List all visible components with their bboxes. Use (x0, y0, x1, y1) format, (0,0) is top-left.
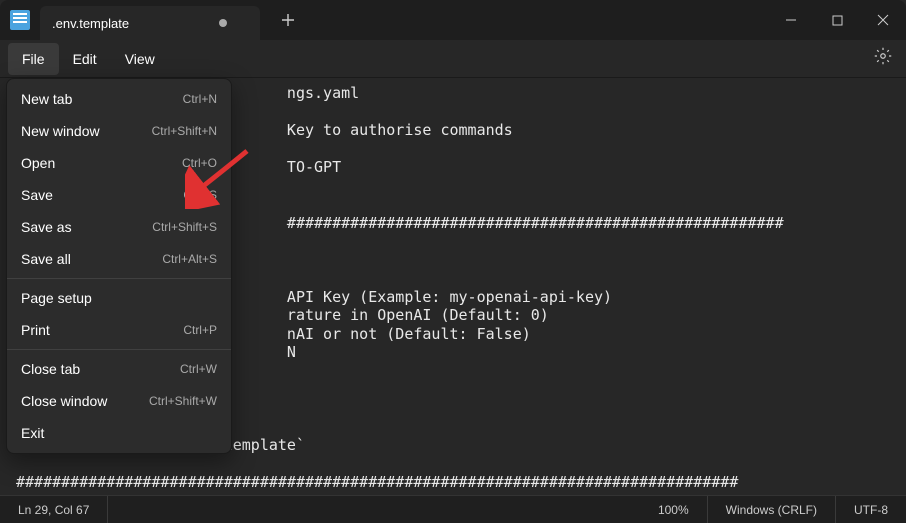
separator (7, 278, 231, 279)
menu-close-window[interactable]: Close window Ctrl+Shift+W (7, 385, 231, 417)
menu-save-as[interactable]: Save as Ctrl+Shift+S (7, 211, 231, 243)
menu-label: Open (21, 155, 55, 171)
status-position: Ln 29, Col 67 (0, 496, 108, 523)
menu-open[interactable]: Open Ctrl+O (7, 147, 231, 179)
menu-view[interactable]: View (111, 43, 169, 75)
menu-label: New tab (21, 91, 72, 107)
status-bar: Ln 29, Col 67 100% Windows (CRLF) UTF-8 (0, 495, 906, 523)
tab-active[interactable]: .env.template (40, 6, 260, 40)
menu-new-tab[interactable]: New tab Ctrl+N (7, 83, 231, 115)
maximize-button[interactable] (814, 0, 860, 40)
titlebar-left: .env.template (0, 0, 304, 40)
tab-label: .env.template (52, 16, 129, 31)
settings-button[interactable] (868, 41, 898, 76)
menu-print[interactable]: Print Ctrl+P (7, 314, 231, 346)
file-dropdown-menu: New tab Ctrl+N New window Ctrl+Shift+N O… (6, 78, 232, 454)
menu-exit[interactable]: Exit (7, 417, 231, 449)
menu-close-tab[interactable]: Close tab Ctrl+W (7, 353, 231, 385)
shortcut: Ctrl+P (183, 323, 217, 337)
status-line-ending: Windows (CRLF) (708, 496, 836, 523)
menu-label: Exit (21, 425, 44, 441)
menu-label: Save all (21, 251, 71, 267)
menu-save-all[interactable]: Save all Ctrl+Alt+S (7, 243, 231, 275)
menu-page-setup[interactable]: Page setup (7, 282, 231, 314)
menu-label: Print (21, 322, 50, 338)
shortcut: Ctrl+N (183, 92, 217, 106)
shortcut: Ctrl+S (183, 188, 217, 202)
status-zoom[interactable]: 100% (640, 496, 708, 523)
menu-label: Page setup (21, 290, 92, 306)
minimize-button[interactable] (768, 0, 814, 40)
title-bar: .env.template (0, 0, 906, 40)
menu-file[interactable]: File (8, 43, 59, 75)
menu-label: New window (21, 123, 100, 139)
shortcut: Ctrl+Shift+W (149, 394, 217, 408)
unsaved-dot-icon (219, 19, 227, 27)
close-button[interactable] (860, 0, 906, 40)
app-icon (0, 0, 40, 40)
menu-edit[interactable]: Edit (59, 43, 111, 75)
shortcut: Ctrl+Shift+N (152, 124, 217, 138)
separator (7, 349, 231, 350)
menu-new-window[interactable]: New window Ctrl+Shift+N (7, 115, 231, 147)
menus: File Edit View (8, 43, 169, 75)
shortcut: Ctrl+Alt+S (162, 252, 217, 266)
menu-label: Close tab (21, 361, 80, 377)
new-tab-button[interactable] (272, 4, 304, 36)
menu-save[interactable]: Save Ctrl+S (7, 179, 231, 211)
status-encoding: UTF-8 (836, 496, 906, 523)
shortcut: Ctrl+W (180, 362, 217, 376)
shortcut: Ctrl+Shift+S (152, 220, 217, 234)
menu-bar: File Edit View (0, 40, 906, 78)
menu-label: Save (21, 187, 53, 203)
window-controls (768, 0, 906, 40)
shortcut: Ctrl+O (182, 156, 217, 170)
menu-label: Save as (21, 219, 72, 235)
menu-label: Close window (21, 393, 107, 409)
notepad-icon (10, 10, 30, 30)
